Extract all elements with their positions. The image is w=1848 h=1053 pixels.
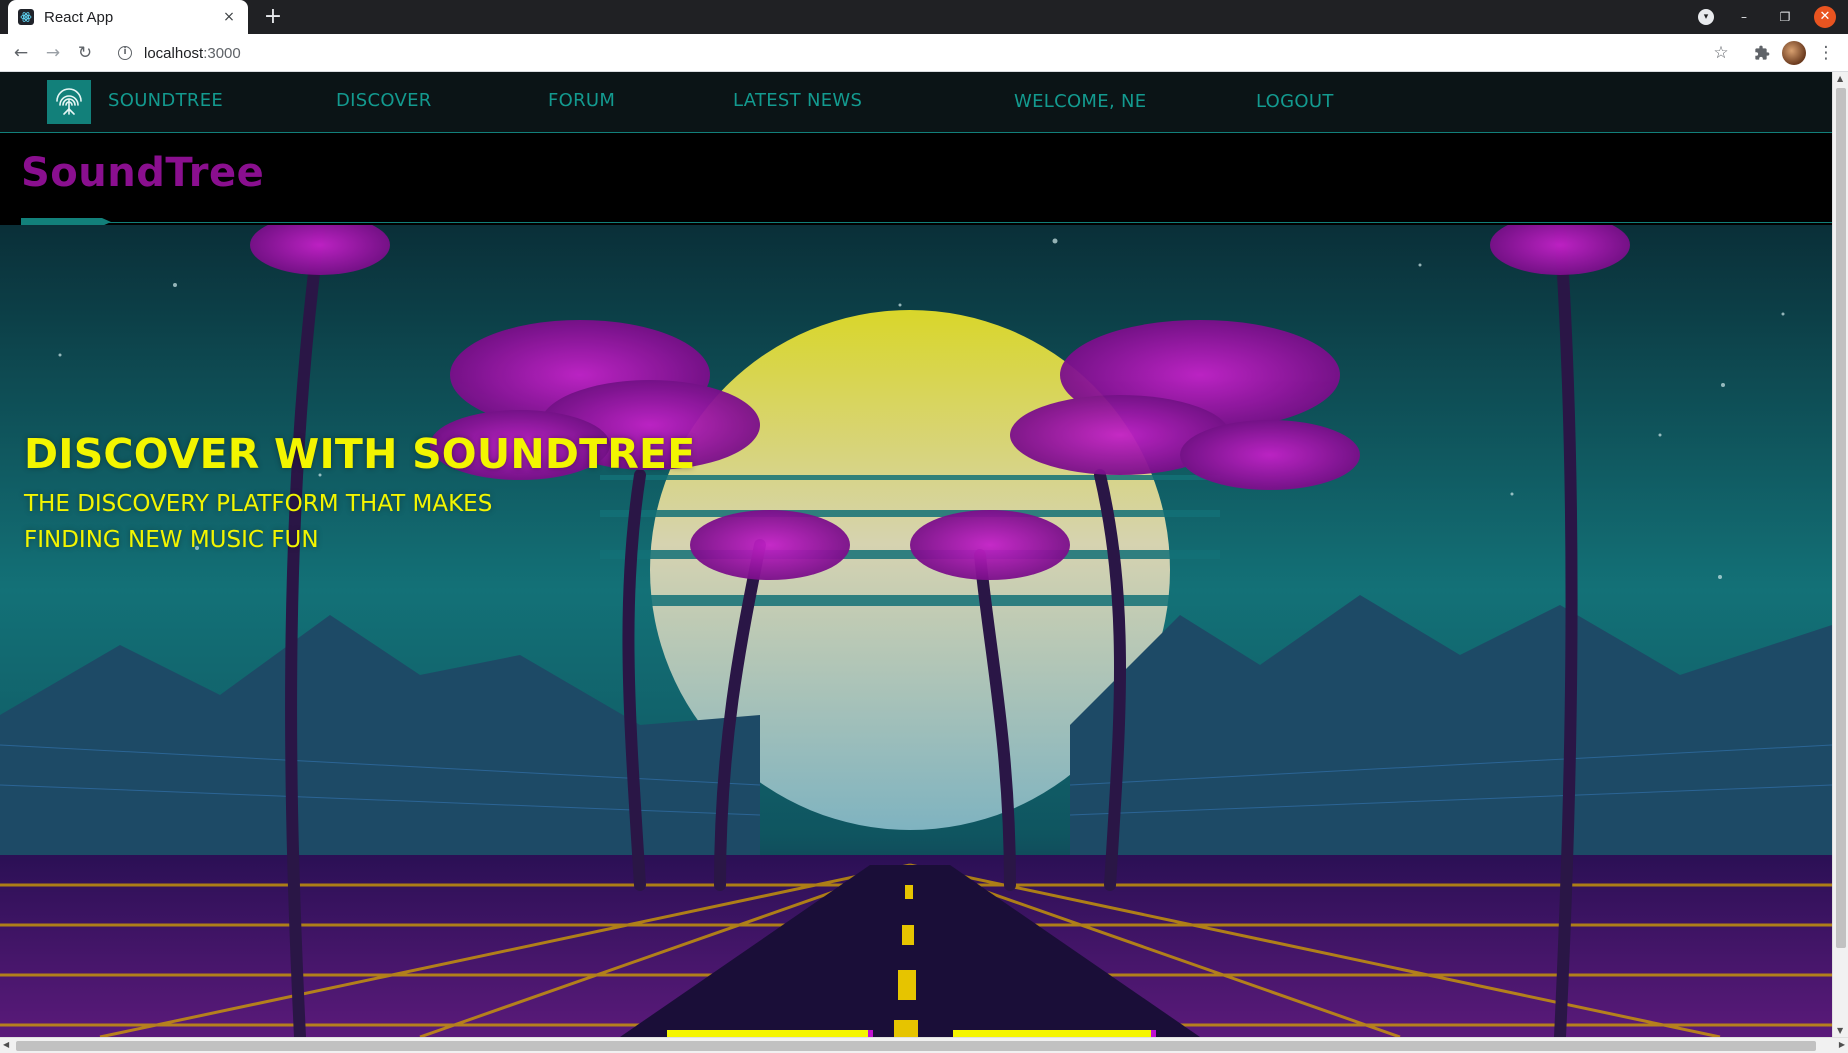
browser-toolbar: ← → ↻ i localhost:3000 ☆ ⋮	[0, 34, 1848, 72]
page-header: SoundTree	[0, 134, 1832, 225]
hero-cta-button-right[interactable]	[953, 1030, 1156, 1037]
scroll-down-icon[interactable]: ▼	[1837, 1026, 1843, 1035]
nav-link-forum[interactable]: FORUM	[548, 90, 615, 111]
hero-title: DISCOVER WITH SOUNDTREE	[24, 430, 696, 478]
nav-brand-link[interactable]: SOUNDTREE	[108, 90, 223, 111]
synthwave-background-image	[0, 225, 1832, 1037]
logout-link[interactable]: LOGOUT	[1256, 91, 1334, 112]
scroll-right-icon[interactable]: ▶	[1839, 1040, 1845, 1049]
tab-close-icon[interactable]: ×	[220, 9, 238, 25]
reload-button[interactable]: ↻	[73, 41, 97, 65]
browser-menu-icon[interactable]: ⋮	[1814, 41, 1838, 65]
hero-banner: DISCOVER WITH SOUNDTREE THE DISCOVERY PL…	[0, 225, 1832, 1037]
restore-button[interactable]: ❐	[1774, 6, 1796, 28]
page-title: SoundTree	[21, 150, 265, 196]
url-port: :3000	[203, 44, 241, 62]
horizontal-scrollbar[interactable]: ◀ ▶	[0, 1037, 1848, 1053]
tab-title: React App	[44, 8, 114, 26]
scroll-up-icon[interactable]: ▲	[1837, 74, 1843, 83]
page-viewport: SOUNDTREE DISCOVER FORUM LATEST NEWS WEL…	[0, 72, 1832, 1037]
nav-link-latest-news[interactable]: LATEST NEWS	[733, 90, 862, 111]
minimize-button[interactable]: –	[1733, 6, 1755, 28]
hero-subtitle: THE DISCOVERY PLATFORM THAT MAKES FINDIN…	[24, 491, 493, 553]
scroll-left-icon[interactable]: ◀	[3, 1040, 9, 1049]
tab-search-icon[interactable]: ▾	[1698, 9, 1714, 25]
site-info-icon[interactable]: i	[118, 46, 132, 60]
welcome-user-text: WELCOME, NE	[1014, 91, 1147, 112]
browser-tab[interactable]: React App ×	[8, 0, 248, 34]
soundtree-logo-icon[interactable]	[47, 80, 91, 124]
url-host: localhost	[144, 44, 204, 62]
bookmark-star-icon[interactable]: ☆	[1709, 41, 1733, 65]
browser-tab-strip: React App × + ▾ – ❐ ✕	[0, 0, 1848, 34]
header-divider	[21, 222, 1832, 223]
nav-link-discover[interactable]: DISCOVER	[336, 90, 432, 111]
new-tab-button[interactable]: +	[260, 4, 286, 30]
forward-button[interactable]: →	[41, 41, 65, 65]
vertical-scroll-thumb[interactable]	[1836, 88, 1846, 948]
hero-cta-button-left[interactable]	[667, 1030, 873, 1037]
profile-avatar[interactable]	[1782, 41, 1806, 65]
vertical-scrollbar[interactable]: ▲ ▼	[1832, 72, 1848, 1037]
close-window-button[interactable]: ✕	[1814, 6, 1836, 28]
puzzle-icon[interactable]	[1750, 41, 1774, 65]
top-navbar: SOUNDTREE DISCOVER FORUM LATEST NEWS WEL…	[0, 72, 1832, 133]
horizontal-scroll-thumb[interactable]	[16, 1041, 1816, 1051]
address-bar[interactable]: i localhost:3000	[110, 37, 1730, 69]
back-button[interactable]: ←	[9, 41, 33, 65]
react-favicon-icon	[18, 9, 34, 25]
